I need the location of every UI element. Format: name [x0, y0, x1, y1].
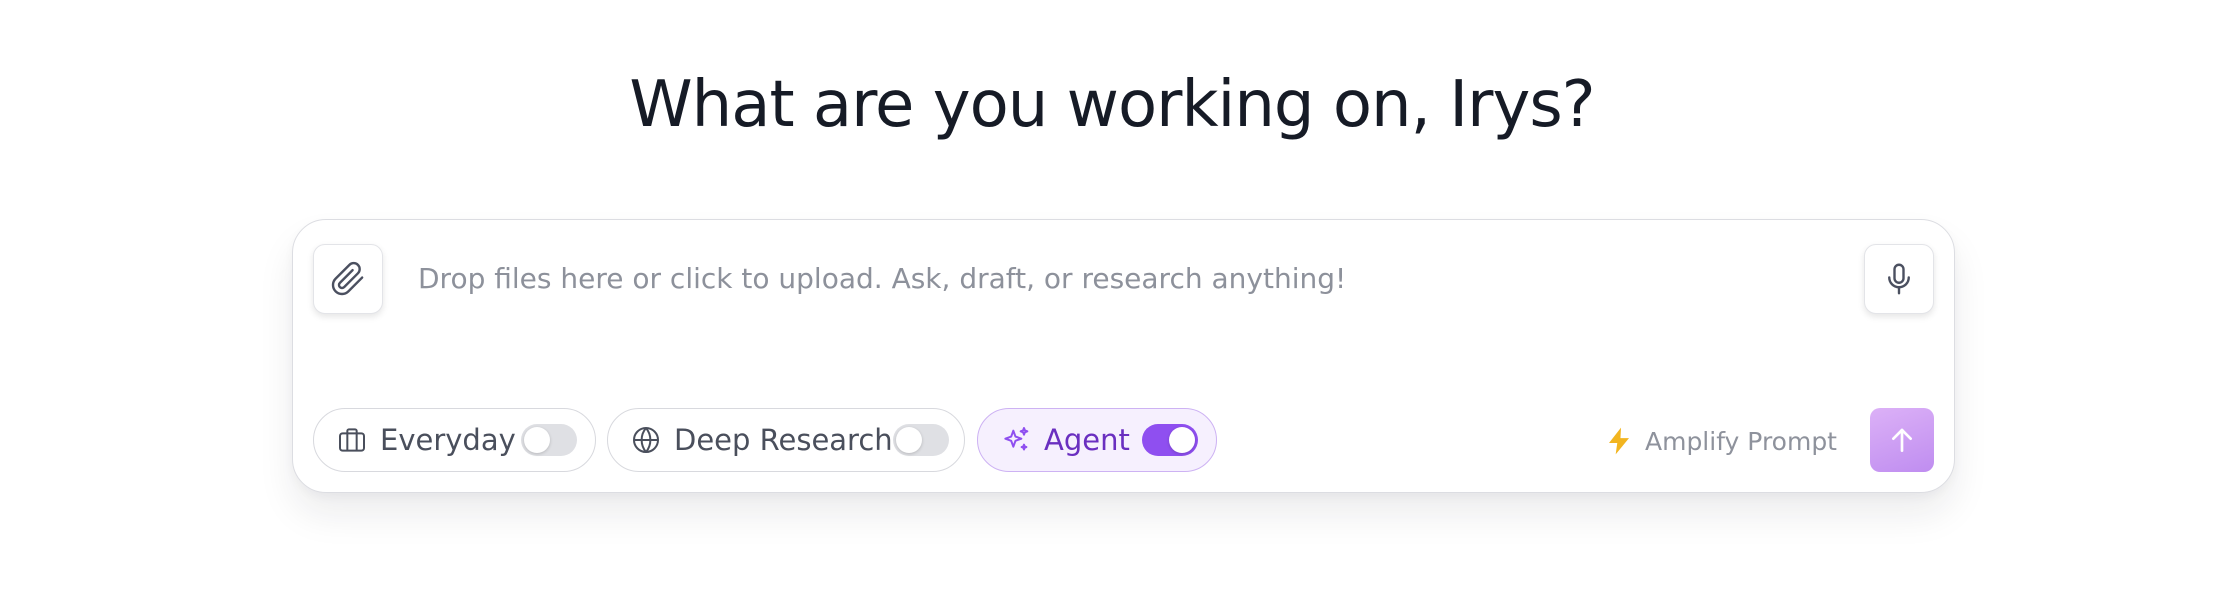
sparkles-icon: [1000, 424, 1032, 456]
amplify-prompt-button[interactable]: Amplify Prompt: [1603, 420, 1837, 462]
arrow-up-icon: [1886, 424, 1918, 456]
send-button[interactable]: [1870, 408, 1934, 472]
prompt-input[interactable]: [418, 262, 1768, 295]
mode-deep-research-chip[interactable]: Deep Research: [607, 408, 965, 472]
briefcase-icon: [336, 424, 368, 456]
paperclip-icon: [330, 261, 366, 297]
page-title: What are you working on, Irys?: [629, 68, 1595, 142]
amplify-prompt-label: Amplify Prompt: [1644, 426, 1837, 456]
mode-everyday-toggle[interactable]: [521, 424, 577, 456]
mode-agent-chip[interactable]: Agent: [977, 408, 1217, 472]
toggle-knob: [524, 427, 550, 453]
voice-input-button[interactable]: [1864, 244, 1934, 314]
mode-everyday-label: Everyday: [380, 423, 516, 457]
prompt-composer: Everyday Deep Research: [292, 219, 1955, 493]
mode-everyday-chip[interactable]: Everyday: [313, 408, 596, 472]
attach-button[interactable]: [313, 244, 383, 314]
mode-deep-research-toggle[interactable]: [892, 424, 949, 456]
microphone-icon: [1881, 261, 1917, 297]
globe-icon: [630, 424, 662, 456]
toggle-knob: [1169, 427, 1195, 453]
mode-agent-label: Agent: [1044, 423, 1130, 457]
page: What are you working on, Irys? Drop file…: [0, 0, 2224, 594]
lightning-bolt-icon: [1603, 425, 1635, 457]
toggle-knob: [895, 427, 922, 453]
mode-agent-toggle[interactable]: [1142, 424, 1198, 456]
mode-deep-research-label: Deep Research: [674, 423, 893, 457]
